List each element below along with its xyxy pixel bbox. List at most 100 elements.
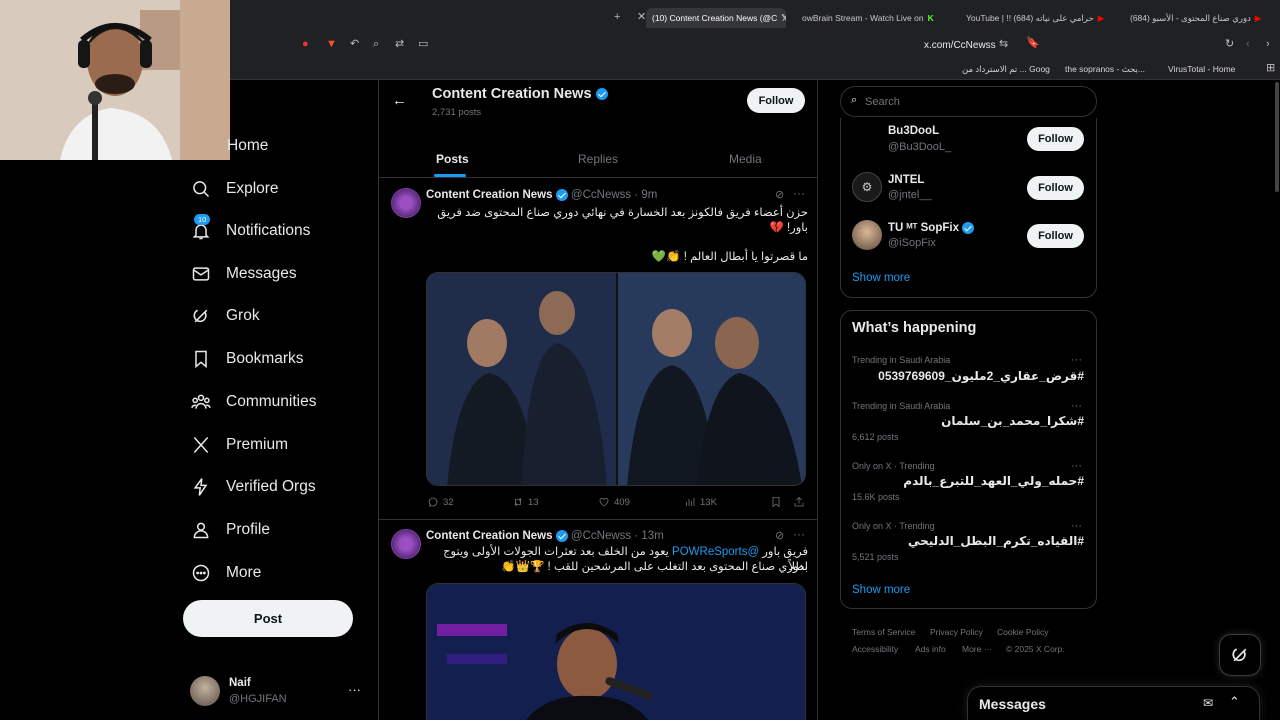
trend-item[interactable]: #قرض_عقاري_2مليون_0539769609 — [852, 369, 1084, 383]
extension-icon[interactable]: ● — [302, 39, 309, 50]
bookmark-google[interactable]: تم الاسترداد من ... Goog — [962, 64, 1050, 75]
address-bar[interactable]: x.com/CcNewss — [924, 40, 996, 51]
avatar — [190, 676, 220, 706]
tweet-text: ما قصرتوا يا أبطال العالم ! 👏💚 — [651, 251, 808, 263]
avatar — [852, 220, 882, 250]
nav-communities[interactable]: Communities — [190, 387, 316, 417]
chevron-up-icon[interactable]: ⌃ — [1229, 694, 1240, 710]
trend-meta: Trending in Saudi Arabia — [852, 401, 951, 411]
tab-posts[interactable]: Posts — [436, 152, 469, 166]
forward-icon[interactable]: › — [1266, 39, 1270, 50]
share-button[interactable] — [793, 496, 805, 508]
tab-content-creation-news[interactable]: (10) Content Creation News (@C 𝕏 — [646, 8, 786, 28]
brave-shield-icon[interactable]: ▼ — [326, 39, 337, 50]
bookmark-icon — [190, 348, 212, 370]
tweet-media-video[interactable] — [426, 583, 806, 720]
history-icon[interactable]: ↶ — [350, 39, 359, 50]
suggestion-name: TU ᴹᵀ SopFix — [888, 222, 975, 234]
tweet-card[interactable]: Content Creation News @CcNewss · 9m ⊘ ··… — [379, 178, 817, 520]
nav-verified-orgs[interactable]: Verified Orgs — [190, 472, 316, 502]
follow-button[interactable]: Follow — [1027, 224, 1084, 248]
tweet-media-image[interactable] — [426, 272, 806, 486]
back-arrow-icon[interactable]: ← — [392, 92, 407, 109]
tab-media[interactable]: Media — [729, 152, 762, 166]
footer-link-privacy[interactable]: Privacy Policy — [930, 627, 983, 637]
grok-icon[interactable]: ⊘ — [775, 188, 784, 201]
bookmark-virustotal[interactable]: VirusTotal - Home — [1168, 64, 1235, 74]
search-icon[interactable]: ⌕ — [373, 39, 379, 50]
bookmark-button[interactable] — [770, 496, 782, 508]
new-tab-icon[interactable]: + — [614, 12, 620, 23]
avatar: ⚙ — [852, 172, 882, 202]
footer-link-ads[interactable]: Ads info — [915, 644, 946, 654]
search-icon — [190, 178, 212, 200]
nav-premium[interactable]: Premium — [190, 430, 288, 460]
grok-floating-button[interactable] — [1219, 634, 1261, 676]
nav-home[interactable]: Home — [227, 131, 268, 161]
trend-item[interactable]: #حمله_ولي_العهد_للتبرع_بالدم — [852, 474, 1084, 488]
footer-link-terms[interactable]: Terms of Service — [852, 627, 915, 637]
show-more-link[interactable]: Show more — [852, 272, 910, 284]
footer-link-cookie[interactable]: Cookie Policy — [997, 627, 1049, 637]
tweet-card[interactable]: Content Creation News @CcNewss · 13m ⊘ ·… — [379, 521, 817, 720]
trend-meta: Only on X · Trending — [852, 521, 935, 531]
more-dots-icon[interactable]: ··· — [793, 186, 805, 200]
follow-button[interactable]: Follow — [747, 88, 805, 113]
tweet-text: لدوري صناع المحتوى بعد التغلب على المرشح… — [501, 561, 808, 573]
bookmark-star-icon[interactable]: 🔖 — [1026, 38, 1040, 49]
back-icon[interactable]: ‹ — [1246, 39, 1250, 50]
more-dots-icon[interactable]: ··· — [1071, 400, 1082, 412]
suggestion-name: JNTEL — [888, 174, 925, 186]
avatar — [852, 125, 882, 155]
more-dots-icon[interactable]: ··· — [1071, 354, 1082, 366]
tab-kick-stream[interactable]: owBrain Stream - Watch Live on K — [802, 8, 942, 28]
more-dots-icon[interactable]: ··· — [348, 682, 361, 697]
show-more-link[interactable]: Show more — [852, 584, 910, 596]
page-scrollbar[interactable] — [1275, 82, 1279, 192]
webcam-overlay — [0, 0, 230, 160]
nav-explore[interactable]: Explore — [190, 174, 279, 204]
messages-drawer[interactable]: Messages ✉ ⌃ — [967, 686, 1260, 720]
account-switcher[interactable]: Naif @HGJIFAN ··· — [190, 676, 365, 708]
mention-link[interactable]: @POWReSports — [672, 546, 759, 558]
post-button[interactable]: Post — [183, 600, 353, 637]
repost-button[interactable]: 13 — [512, 496, 539, 508]
tweet-avatar — [391, 188, 421, 218]
account-handle: @HGJIFAN — [229, 693, 287, 705]
trend-item[interactable]: #شكرا_محمد_بن_سلمان — [852, 414, 1084, 428]
footer-link-more[interactable]: More ··· — [962, 644, 992, 654]
trending-title: What’s happening — [852, 320, 977, 336]
follow-button[interactable]: Follow — [1027, 176, 1084, 200]
nav-messages[interactable]: Messages — [190, 259, 297, 289]
close-tab-icon[interactable]: ✕ — [637, 12, 646, 23]
more-dots-icon[interactable]: ··· — [1071, 520, 1082, 532]
search-input[interactable] — [865, 93, 1085, 111]
reload-icon[interactable]: ↻ — [1225, 39, 1234, 50]
search-box[interactable]: ⌕ — [840, 86, 1097, 117]
more-dots-icon[interactable]: ··· — [1071, 460, 1082, 472]
follow-button[interactable]: Follow — [1027, 127, 1084, 151]
screen-icon[interactable]: ▭ — [418, 39, 428, 50]
tab-youtube-1[interactable]: YouTube | !! (684) حرامي على نياته ▶ — [966, 8, 1116, 28]
swap-icon[interactable]: ⇆ — [999, 39, 1008, 50]
more-dots-icon[interactable]: ··· — [793, 527, 805, 541]
tab-youtube-2[interactable]: (684) دوري صناع المحتوى - الأسبو ▶ — [1130, 8, 1280, 28]
like-button[interactable]: 409 — [598, 496, 630, 508]
nav-bookmarks[interactable]: Bookmarks — [190, 344, 304, 374]
trend-item[interactable]: #القياده_تكرم_البطل_الدليحي — [852, 534, 1084, 548]
suggestion-handle: @jntel__ — [888, 189, 932, 201]
reply-button[interactable]: 32 — [427, 496, 454, 508]
grok-icon[interactable]: ⊘ — [775, 529, 784, 542]
nav-more[interactable]: More — [190, 558, 261, 588]
translate-icon[interactable]: ⇄ — [395, 39, 404, 50]
nav-profile[interactable]: Profile — [190, 515, 270, 545]
nav-notifications[interactable]: 10 Notifications — [190, 214, 310, 246]
more-circle-icon — [190, 562, 212, 584]
tab-replies[interactable]: Replies — [578, 152, 618, 166]
new-message-icon[interactable]: ✉ — [1203, 696, 1213, 710]
nav-grok[interactable]: Grok — [190, 301, 260, 331]
footer-link-accessibility[interactable]: Accessibility — [852, 644, 898, 654]
bookmark-sopranos[interactable]: the sopranos - بحث... — [1065, 64, 1145, 75]
views-button[interactable]: 13K — [684, 496, 717, 508]
apps-grid-icon[interactable]: ⊞ — [1266, 63, 1275, 74]
